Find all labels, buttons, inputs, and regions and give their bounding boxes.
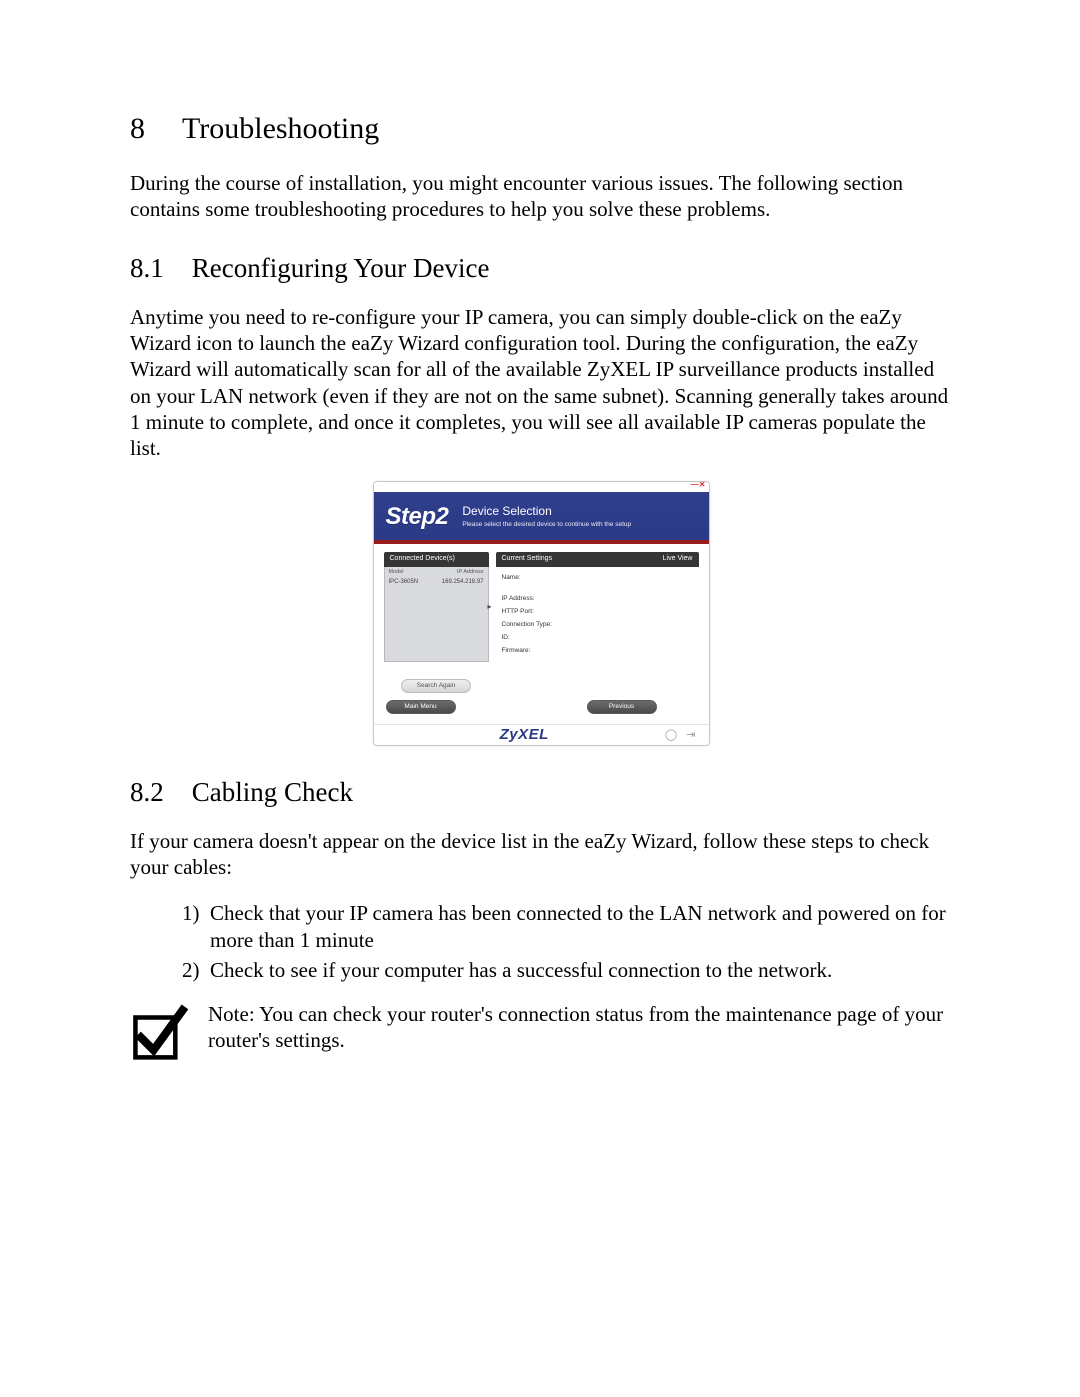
wizard-window: — ✕ Step2 Device Selection Please select… <box>373 481 710 746</box>
col-ip: IP Address <box>457 569 484 577</box>
row-ip: 169.254.218.97 <box>442 578 484 586</box>
field-conn: Connection Type: <box>502 618 693 631</box>
subsection-heading-2: 8.2 Cabling Check <box>130 776 950 810</box>
connected-devices-label: Connected Device(s) <box>390 555 455 564</box>
section-intro: During the course of installation, you m… <box>130 170 950 223</box>
wizard-left-column: Connected Device(s) Model IP Address IPC… <box>384 552 489 694</box>
list-item: Check that your IP camera has been conne… <box>182 900 950 953</box>
settings-panel: Name: IP Address: HTTP Port: Connection … <box>496 567 699 677</box>
document-page: 8 Troubleshooting During the course of i… <box>0 0 1080 1397</box>
current-settings-header: Current Settings Live View <box>496 552 699 567</box>
subsection-title: Cabling Check <box>192 777 353 807</box>
search-again-button[interactable]: Search Again <box>401 679 471 693</box>
steps-list: Check that your IP camera has been conne… <box>182 900 950 983</box>
wizard-step-label: Step2 <box>386 502 449 532</box>
field-http: HTTP Port: <box>502 605 693 618</box>
subsection-number: 8.2 <box>130 776 185 810</box>
subsection-1-body: Anytime you need to re-configure your IP… <box>130 304 950 462</box>
main-menu-button[interactable]: Main Menu <box>386 700 456 714</box>
live-view-label: Live View <box>663 555 693 564</box>
note-text: Note: You can check your router's connec… <box>208 1001 950 1054</box>
checkmark-icon <box>130 1003 188 1061</box>
wizard-button-row: Main Menu Previous <box>384 700 699 714</box>
section-number: 8 <box>130 110 175 148</box>
subsection-number: 8.1 <box>130 252 185 286</box>
close-icon[interactable]: — ✕ <box>691 481 705 490</box>
list-item: Check to see if your computer has a succ… <box>182 957 950 983</box>
col-model: Model <box>389 569 404 577</box>
section-heading: 8 Troubleshooting <box>130 110 950 148</box>
footer-icons: ◯ ⇥ <box>665 729 699 743</box>
section-title: Troubleshooting <box>182 112 379 145</box>
current-settings-label: Current Settings <box>502 555 553 564</box>
field-fw: Firmware: <box>502 644 693 657</box>
previous-button[interactable]: Previous <box>587 700 657 714</box>
note-block: Note: You can check your router's connec… <box>130 1001 950 1061</box>
device-list-row[interactable]: IPC-3605N 169.254.218.97 <box>389 578 484 586</box>
wizard-banner: Step2 Device Selection Please select the… <box>374 492 709 544</box>
wizard-subtitle: Please select the desired device to cont… <box>462 521 631 529</box>
field-ip: IP Address: <box>502 592 693 605</box>
wizard-banner-text: Device Selection Please select the desir… <box>462 502 631 529</box>
brand-logo: ZyXEL <box>500 726 549 745</box>
row-model: IPC-3605N <box>389 578 419 586</box>
device-list-header: Model IP Address <box>389 569 484 578</box>
connected-devices-header: Connected Device(s) <box>384 552 489 567</box>
wizard-right-column: ▸ Current Settings Live View Name: IP Ad… <box>496 552 699 694</box>
field-id: ID: <box>502 631 693 644</box>
wizard-titlebar: — ✕ <box>374 482 709 492</box>
wizard-footer: ZyXEL ◯ ⇥ <box>374 724 709 745</box>
subsection-2-body: If your camera doesn't appear on the dev… <box>130 828 950 881</box>
wizard-title: Device Selection <box>462 504 631 519</box>
arrow-right-icon: ▸ <box>488 602 492 612</box>
device-list[interactable]: Model IP Address IPC-3605N 169.254.218.9… <box>384 567 489 662</box>
wizard-body: Connected Device(s) Model IP Address IPC… <box>374 544 709 724</box>
wizard-screenshot: — ✕ Step2 Device Selection Please select… <box>373 481 708 746</box>
field-name: Name: <box>502 571 693 584</box>
subsection-title: Reconfiguring Your Device <box>192 253 490 283</box>
subsection-heading-1: 8.1 Reconfiguring Your Device <box>130 252 950 286</box>
